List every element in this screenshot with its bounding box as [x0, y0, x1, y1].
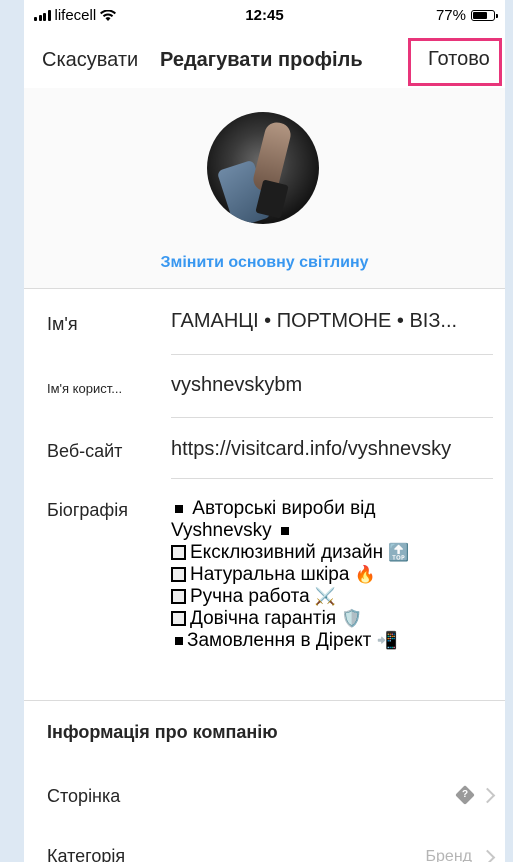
profile-photo-section: Змінити основну світлину: [24, 88, 505, 289]
category-row-accessory[interactable]: Бренд: [425, 848, 496, 862]
black-square-icon: [175, 504, 183, 513]
category-row[interactable]: Категорія: [47, 846, 125, 862]
username-field[interactable]: vyshnevskybm: [171, 374, 302, 397]
shield-icon: 🛡️: [341, 609, 363, 628]
bio-text: Довічна гарантія: [190, 608, 337, 629]
battery-icon: [471, 10, 498, 21]
name-field[interactable]: ГАМАНЦІ • ПОРТМОНЕ • ВІЗ...: [171, 310, 457, 333]
divider: [171, 354, 493, 355]
bio-line: Авторські вироби від: [171, 498, 410, 520]
page-row[interactable]: Сторінка: [47, 786, 120, 807]
battery-fill: [473, 12, 487, 19]
bio-line: Довічна гарантія 🛡️: [171, 608, 410, 630]
bio-text: Замовлення в Дірект: [187, 630, 372, 651]
bio-text: Ручна работа: [190, 586, 310, 607]
bio-line: Замовлення в Дірект 📲: [171, 630, 410, 652]
chevron-right-icon: [479, 787, 496, 803]
crossed-swords-icon: ⚔️: [314, 587, 337, 606]
black-square-icon: [175, 636, 183, 645]
bio-field[interactable]: Авторські вироби від Vyshnevsky Ексклюзи…: [171, 498, 410, 652]
battery-percent: 77%: [435, 7, 466, 24]
phone-arrow-icon: 📲: [376, 631, 398, 650]
bio-line: Ручна работа ⚔️: [171, 586, 410, 608]
cancel-button[interactable]: Скасувати: [42, 49, 138, 72]
bio-line: Натуральна шкіра 🔥: [171, 564, 410, 586]
bio-text: Vyshnevsky: [171, 520, 272, 541]
bio-text: Ексклюзивний дизайн: [190, 542, 384, 563]
white-square-icon: [171, 589, 186, 604]
divider: [171, 417, 493, 418]
page-row-accessory[interactable]: ?: [455, 785, 496, 805]
category-value: Бренд: [425, 848, 472, 862]
name-label: Ім'я: [47, 314, 78, 334]
page-title: Редагувати профіль: [160, 49, 363, 71]
status-bar: lifecell 12:45 77%: [24, 0, 505, 34]
bio-line: Ексклюзивний дизайн 🔝: [171, 542, 410, 564]
divider: [171, 478, 493, 479]
bio-text: Натуральна шкіра: [190, 564, 350, 585]
white-square-icon: [171, 611, 186, 626]
fire-icon: 🔥: [354, 565, 376, 584]
divider: [24, 700, 505, 701]
phone-screen: lifecell 12:45 77% Скасувати Редагувати …: [24, 0, 505, 862]
white-square-icon: [171, 545, 186, 560]
question-diamond-icon: ?: [455, 785, 475, 805]
status-right: 77%: [435, 7, 498, 24]
black-square-icon: [280, 526, 289, 535]
website-label: Веб-сайт: [47, 441, 123, 461]
change-photo-link[interactable]: Змінити основну світлину: [24, 254, 505, 272]
done-button[interactable]: Готово: [428, 48, 490, 71]
chevron-right-icon: [479, 849, 496, 862]
company-info-heading: Інформація про компанію: [47, 722, 278, 742]
clock: 12:45: [245, 7, 284, 24]
bio-label: Біографія: [47, 500, 128, 520]
website-field[interactable]: https://visitcard.info/vyshnevsky: [171, 438, 451, 461]
white-square-icon: [171, 567, 186, 582]
bio-line: Vyshnevsky: [171, 520, 410, 542]
username-label: Ім'я корист...: [47, 381, 123, 396]
bio-text: Авторські вироби від: [192, 498, 376, 519]
avatar[interactable]: [207, 112, 319, 224]
top-arrow-icon: 🔝: [388, 543, 410, 562]
